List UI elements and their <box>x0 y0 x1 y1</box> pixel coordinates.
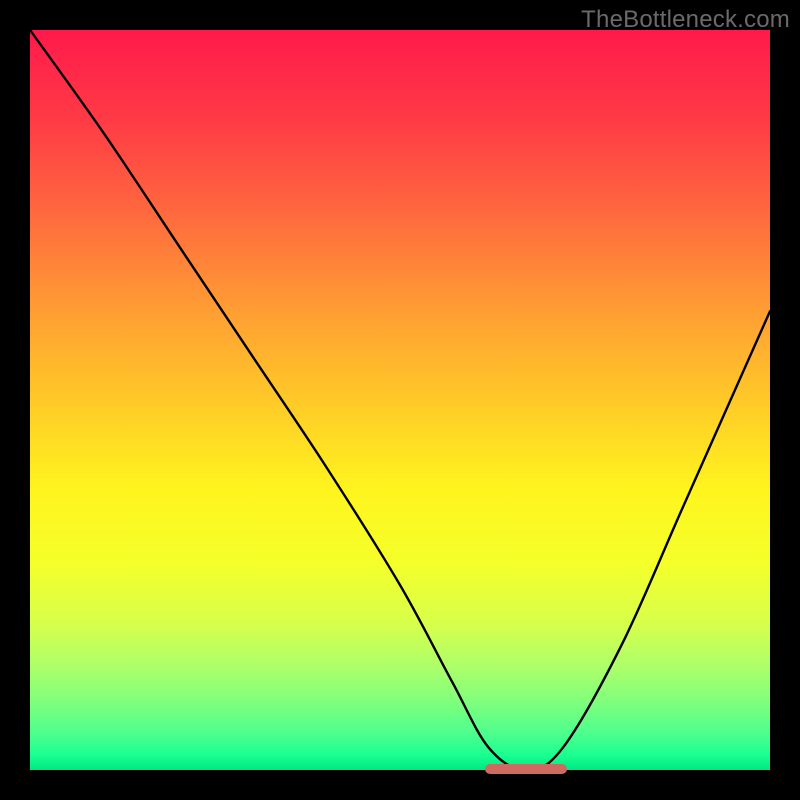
bottleneck-curve <box>30 30 770 770</box>
optimal-region-marker <box>485 764 567 774</box>
watermark-text: TheBottleneck.com <box>581 6 790 34</box>
chart-frame: TheBottleneck.com <box>0 0 800 800</box>
plot-area <box>30 30 770 770</box>
